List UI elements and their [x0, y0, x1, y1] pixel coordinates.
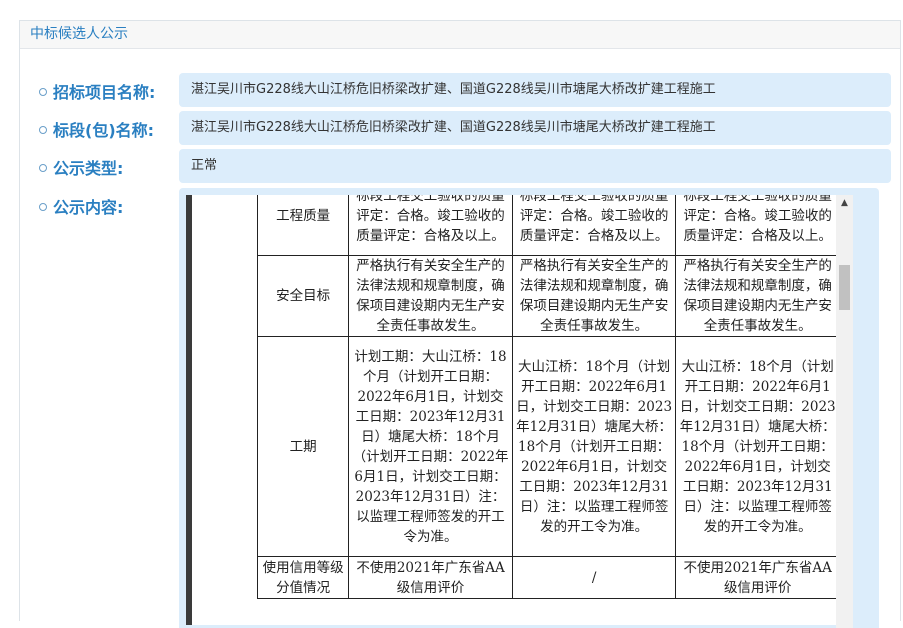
- document-page: 工程质量 标段工程交工验收的质量评定：合格。竣工验收的质量评定：合格及以上。 标…: [192, 195, 836, 625]
- field-label: 公示内容:: [53, 198, 124, 217]
- row-header: 工期: [256, 336, 350, 557]
- field-value: 正常: [179, 149, 891, 183]
- table-row: 工程质量 标段工程交工验收的质量评定：合格。竣工验收的质量评定：合格及以上。 标…: [256, 195, 836, 256]
- table-row: 安全目标 严格执行有关安全生产的法律法规和规章制度，确保项目建设期内无生产安全责…: [256, 255, 836, 337]
- table-cell: /: [511, 556, 677, 599]
- bullet-icon: [39, 163, 47, 172]
- table-cell: 计划工期：大山江桥：18个月（计划开工日期：2022年6月1日，计划交工日期：2…: [348, 336, 513, 557]
- table-cell: 严格执行有关安全生产的法律法规和规章制度，确保项目建设期内无生产安全责任事故发生…: [511, 255, 677, 337]
- table-row: 工期 计划工期：大山江桥：18个月（计划开工日期：2022年6月1日，计划交工日…: [256, 336, 836, 557]
- bullet-icon: [39, 202, 47, 211]
- table-cell: 不使用2021年广东省AA级信用评价: [675, 556, 836, 599]
- notice-content-box: 工程质量 标段工程交工验收的质量评定：合格。竣工验收的质量评定：合格及以上。 标…: [179, 188, 879, 628]
- table-cell: 标段工程交工验收的质量评定：合格。竣工验收的质量评定：合格及以上。: [348, 195, 513, 256]
- candidate-table: 工程质量 标段工程交工验收的质量评定：合格。竣工验收的质量评定：合格及以上。 标…: [256, 195, 836, 599]
- table-cell: 严格执行有关安全生产的法律法规和规章制度，确保项目建设期内无生产安全责任事故发生…: [348, 255, 513, 337]
- field-label: 公示类型:: [53, 159, 124, 178]
- field-value: 湛江吴川市G228线大山江桥危旧桥梁改扩建、国道G228线吴川市塘尾大桥改扩建工…: [179, 111, 891, 145]
- bid-candidate-panel: 中标候选人公示 招标项目名称: 湛江吴川市G228线大山江桥危旧桥梁改扩建、国道…: [19, 20, 901, 628]
- panel-title: 中标候选人公示: [20, 21, 900, 49]
- field-label: 标段(包)名称:: [53, 121, 155, 140]
- table-cell: 标段工程交工验收的质量评定：合格。竣工验收的质量评定：合格及以上。: [675, 195, 836, 256]
- table-cell: 不使用2021年广东省AA级信用评价: [348, 556, 513, 599]
- document-viewer[interactable]: 工程质量 标段工程交工验收的质量评定：合格。竣工验收的质量评定：合格及以上。 标…: [186, 195, 836, 625]
- row-header: 工程质量: [256, 195, 350, 256]
- field-label: 招标项目名称:: [53, 83, 156, 102]
- table-cell: 大山江桥：18个月（计划开工日期：2022年6月1日，计划交工日期：2023年1…: [511, 336, 677, 557]
- table-cell: 严格执行有关安全生产的法律法规和规章制度，确保项目建设期内无生产安全责任事故发生…: [675, 255, 836, 337]
- table-cell: 大山江桥：18个月（计划开工日期：2022年6月1日，计划交工日期：2023年1…: [675, 336, 836, 557]
- bullet-icon: [39, 87, 47, 96]
- table-row: 使用信用等级分值情况 不使用2021年广东省AA级信用评价 / 不使用2021年…: [256, 556, 836, 599]
- field-value: 湛江吴川市G228线大山江桥危旧桥梁改扩建、国道G228线吴川市塘尾大桥改扩建工…: [179, 73, 891, 107]
- scroll-thumb[interactable]: [839, 265, 850, 310]
- table-cell: 标段工程交工验收的质量评定：合格。竣工验收的质量评定：合格及以上。: [511, 195, 677, 256]
- row-header: 使用信用等级分值情况: [256, 556, 350, 599]
- row-header: 安全目标: [256, 255, 350, 337]
- triangle-up-icon[interactable]: ▲: [836, 195, 853, 212]
- document-scrollbar[interactable]: ▲: [836, 195, 853, 628]
- bullet-icon: [39, 125, 47, 134]
